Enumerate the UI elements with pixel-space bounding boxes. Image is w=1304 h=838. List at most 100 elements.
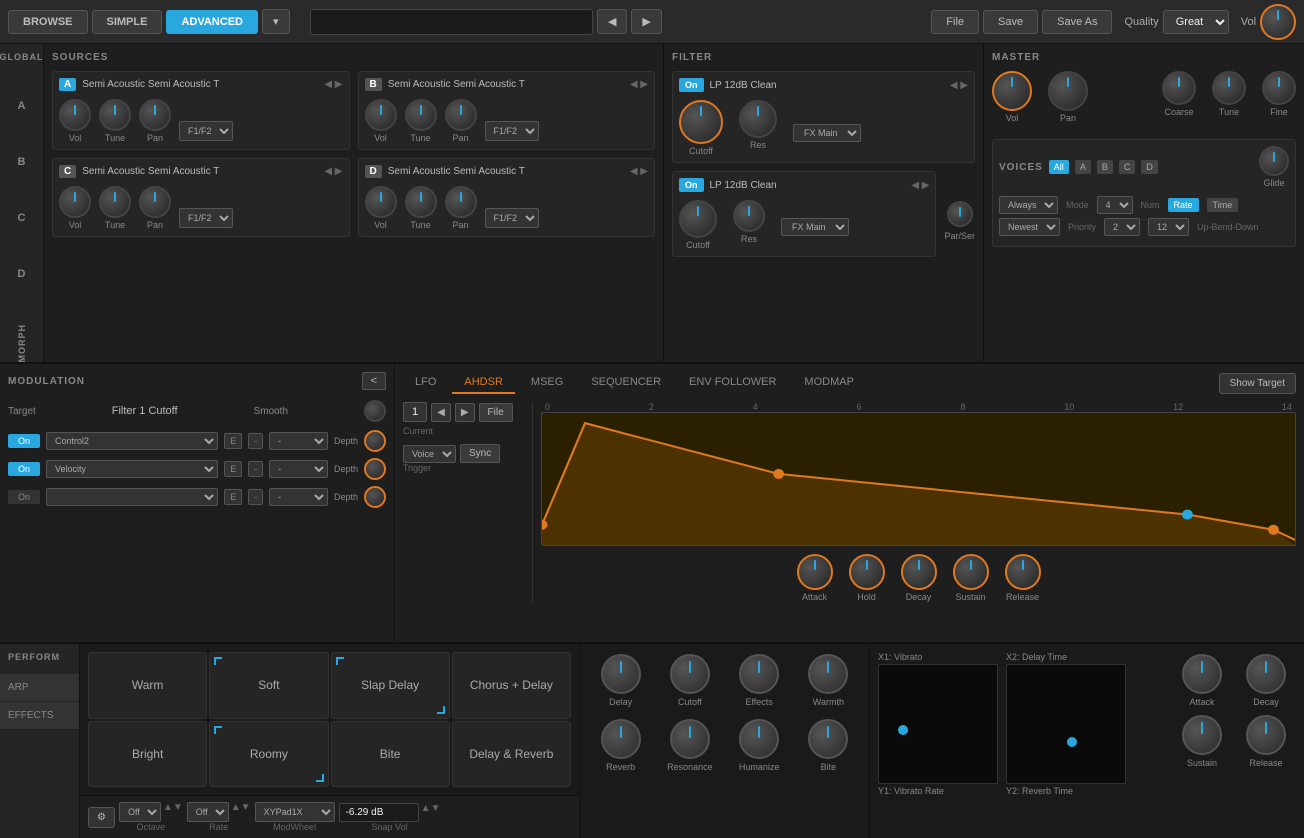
source-nav-a[interactable]: ◀ ▶ (324, 79, 342, 90)
voices-priority-select[interactable]: Newest (999, 218, 1060, 236)
mod-3-depth-knob[interactable] (364, 486, 386, 508)
filter-2-fx-select[interactable]: FX Main (781, 218, 849, 236)
mod-1-source-select[interactable]: Control2 (46, 432, 218, 450)
mod-1-e-btn[interactable]: E (224, 433, 242, 449)
env-attack-knob[interactable] (797, 554, 833, 590)
voices-b-btn[interactable]: B (1097, 160, 1113, 174)
rate-stepper[interactable]: ▲▼ (231, 802, 251, 822)
save-as-button[interactable]: Save As (1042, 10, 1112, 34)
mod-2-on-btn[interactable]: On (8, 462, 40, 476)
effects-sidebar-btn[interactable]: EFFECTS (0, 702, 79, 730)
right-attack-knob[interactable] (1182, 654, 1222, 694)
mod-2-source-select[interactable]: Velocity (46, 460, 218, 478)
perform-cell-roomy[interactable]: Roomy (209, 721, 328, 788)
filter-1-fx-select[interactable]: FX Main (793, 124, 861, 142)
browse-button[interactable]: BROWSE (8, 10, 88, 34)
master-pan-knob[interactable] (1048, 71, 1088, 111)
perf-warmth-knob[interactable] (808, 654, 848, 694)
preset-dropdown-button[interactable]: ▾ (262, 9, 290, 34)
octave-stepper[interactable]: ▲▼ (163, 802, 183, 822)
mod-3-dash-btn[interactable]: - (248, 489, 263, 505)
mod-smooth-knob[interactable] (364, 400, 386, 422)
source-c-vol-knob[interactable] (59, 186, 91, 218)
quality-select[interactable]: Great (1163, 10, 1229, 34)
mod-3-e-btn[interactable]: E (224, 489, 242, 505)
source-a-f1f2-select[interactable]: F1/F2 (179, 121, 233, 141)
tab-modmap[interactable]: MODMAP (792, 372, 866, 394)
sidebar-letter-b[interactable]: B (0, 134, 43, 190)
voices-all-btn[interactable]: All (1049, 160, 1069, 174)
source-d-pan-knob[interactable] (445, 186, 477, 218)
perform-cell-chorus-delay[interactable]: Chorus + Delay (452, 652, 571, 719)
xy-pad-2[interactable] (1006, 664, 1126, 784)
snap-vol-stepper[interactable]: ▲▼ (421, 803, 441, 822)
env-graph[interactable] (541, 412, 1296, 546)
advanced-button[interactable]: ADVANCED (166, 10, 258, 34)
tab-ahdsr[interactable]: AHDSR (452, 372, 515, 394)
right-sustain-knob[interactable] (1182, 715, 1222, 755)
lfo-voice-select[interactable]: Voice (403, 445, 456, 463)
filter-2-on-btn[interactable]: On (679, 178, 704, 192)
filter-1-res-knob[interactable] (739, 100, 777, 138)
modwheel-select[interactable]: XYPad1X (255, 802, 335, 822)
mod-1-depth-knob[interactable] (364, 430, 386, 452)
source-a-pan-knob[interactable] (139, 99, 171, 131)
tab-lfo[interactable]: LFO (403, 372, 448, 394)
perform-cell-warm[interactable]: Warm (88, 652, 207, 719)
preset-prev-button[interactable]: ◀ (597, 9, 627, 34)
voices-bend2-select[interactable]: 12 (1148, 218, 1189, 236)
env-hold-knob[interactable] (849, 554, 885, 590)
source-d-vol-knob[interactable] (365, 186, 397, 218)
source-c-tune-knob[interactable] (99, 186, 131, 218)
sidebar-letter-d[interactable]: D (0, 246, 43, 302)
right-decay-knob[interactable] (1246, 654, 1286, 694)
mod-3-on-btn[interactable]: On (8, 490, 40, 504)
mod-1-target-select[interactable]: - (269, 432, 328, 450)
perform-cell-bite[interactable]: Bite (331, 721, 450, 788)
voices-c-btn[interactable]: C (1119, 160, 1136, 174)
filter-2-res-knob[interactable] (733, 200, 765, 232)
xy-pad-1[interactable] (878, 664, 998, 784)
source-a-tune-knob[interactable] (99, 99, 131, 131)
source-b-tune-knob[interactable] (405, 99, 437, 131)
filter-2-cutoff-knob[interactable] (679, 200, 717, 238)
mod-2-target-select[interactable]: - (269, 460, 328, 478)
voices-num-select[interactable]: 4 (1097, 196, 1133, 214)
source-c-pan-knob[interactable] (139, 186, 171, 218)
source-d-tune-knob[interactable] (405, 186, 437, 218)
perform-cell-soft[interactable]: Soft (209, 652, 328, 719)
mod-3-target-select[interactable]: - (269, 488, 328, 506)
voices-d-btn[interactable]: D (1141, 160, 1158, 174)
source-c-f1f2-select[interactable]: F1/F2 (179, 208, 233, 228)
save-button[interactable]: Save (983, 10, 1038, 34)
voices-a-btn[interactable]: A (1075, 160, 1091, 174)
right-release-knob[interactable] (1246, 715, 1286, 755)
source-a-vol-knob[interactable] (59, 99, 91, 131)
perf-delay-knob[interactable] (601, 654, 641, 694)
perf-bite-knob[interactable] (808, 719, 848, 759)
perf-resonance-knob[interactable] (670, 719, 710, 759)
show-target-btn[interactable]: Show Target (1219, 373, 1296, 394)
mod-1-on-btn[interactable]: On (8, 434, 40, 448)
time-btn[interactable]: Time (1207, 198, 1239, 212)
master-tune-knob[interactable] (1212, 71, 1246, 105)
rate-btn[interactable]: Rate (1168, 198, 1199, 212)
master-coarse-knob[interactable] (1162, 71, 1196, 105)
mod-collapse-btn[interactable]: < (362, 372, 386, 390)
perf-reverb-knob[interactable] (601, 719, 641, 759)
mod-2-depth-knob[interactable] (364, 458, 386, 480)
snap-vol-input[interactable] (339, 803, 419, 822)
source-b-vol-knob[interactable] (365, 99, 397, 131)
source-nav-b[interactable]: ◀ ▶ (630, 79, 648, 90)
voices-bend1-select[interactable]: 2 (1104, 218, 1140, 236)
vol-knob[interactable] (1260, 4, 1296, 40)
perform-cell-slap-delay[interactable]: Slap Delay (331, 652, 450, 719)
octave-select[interactable]: Off (119, 802, 161, 822)
filter-1-cutoff-knob[interactable] (679, 100, 723, 144)
preset-name-input[interactable]: Bass | 1963 Semi-Acoustic Thumb (310, 9, 593, 35)
source-b-f1f2-select[interactable]: F1/F2 (485, 121, 539, 141)
perf-effects-knob[interactable] (739, 654, 779, 694)
lfo-file-btn[interactable]: File (479, 403, 513, 422)
filter-2-nav[interactable]: ◀ ▶ (911, 180, 929, 191)
mod-2-dash-btn[interactable]: - (248, 461, 263, 477)
